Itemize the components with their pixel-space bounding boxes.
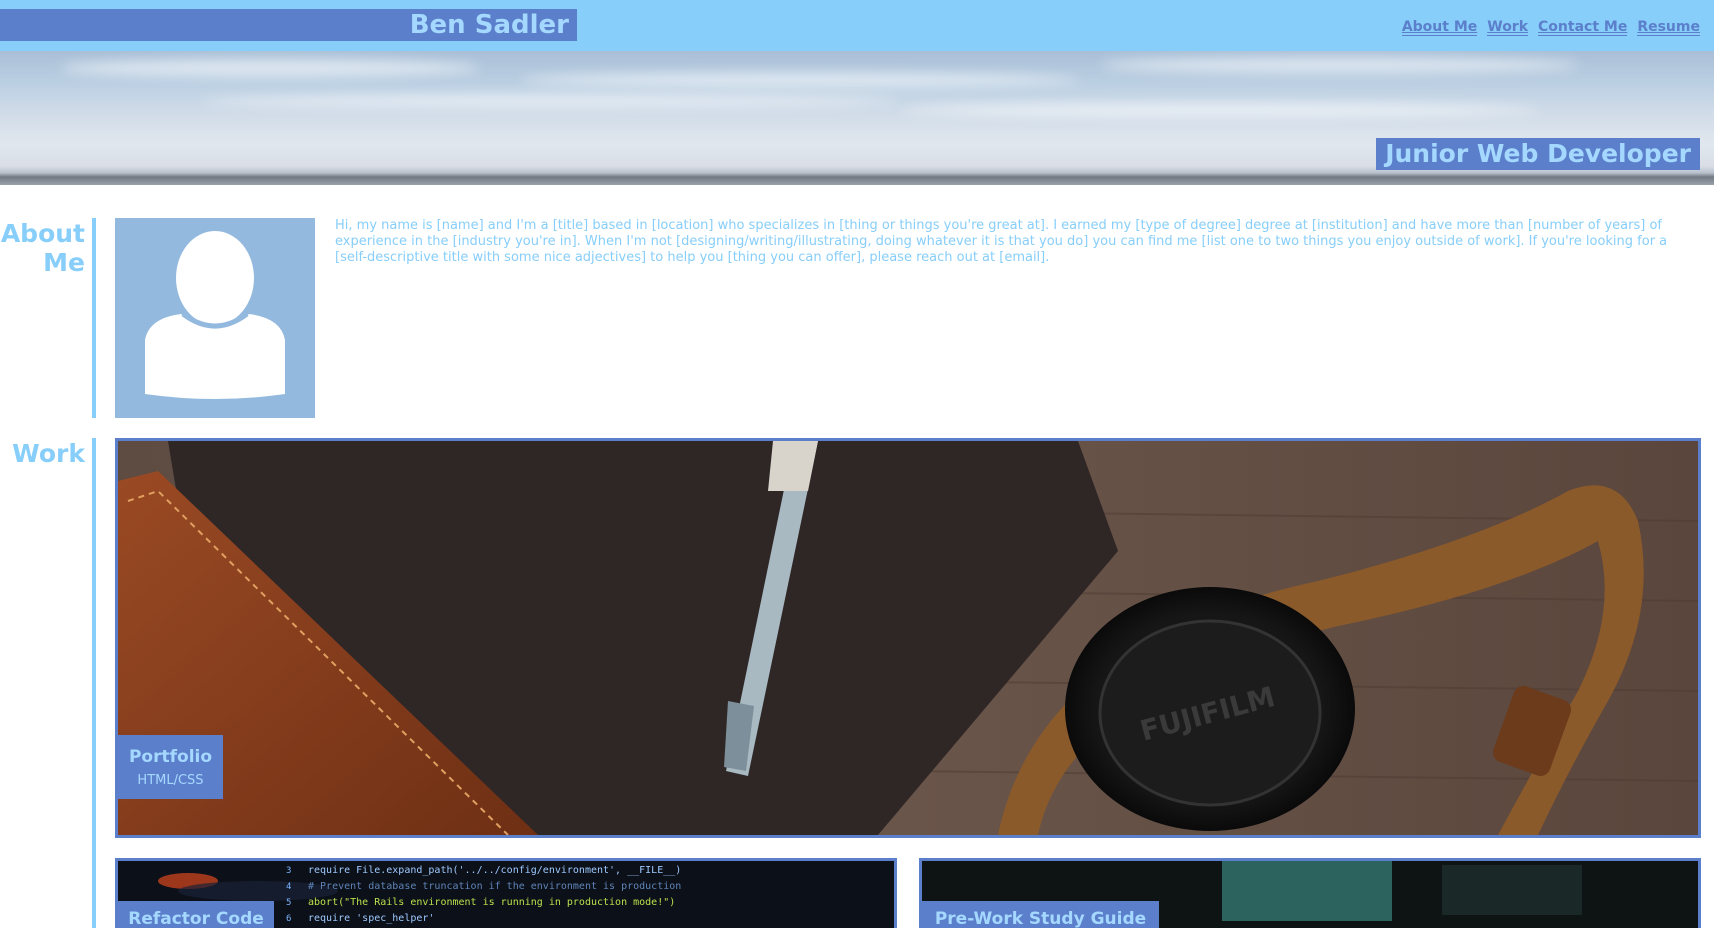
code-line-number: 6 bbox=[286, 914, 291, 924]
project-subtitle: HTML/CSS bbox=[137, 773, 204, 788]
hero-cloud bbox=[1100, 57, 1580, 73]
about-heading: About Me bbox=[1, 219, 85, 277]
main-nav: About Me Work Contact Me Resume bbox=[1401, 19, 1700, 36]
hero-cloud bbox=[520, 73, 1080, 87]
code-line: # Prevent database truncation if the env… bbox=[308, 881, 681, 892]
code-line-number: 4 bbox=[286, 882, 291, 892]
code-line: require 'spec_helper' bbox=[308, 913, 434, 924]
project-label-portfolio[interactable]: Portfolio HTML/CSS bbox=[118, 735, 223, 799]
nav-link-work[interactable]: Work bbox=[1487, 19, 1529, 36]
about-heading-line1: About bbox=[0, 219, 85, 248]
project-card-portfolio[interactable]: FUJIFILM Portfolio HTML/CSS bbox=[115, 438, 1701, 838]
project-title: Portfolio bbox=[128, 747, 213, 767]
hero-cloud bbox=[200, 95, 900, 107]
project-title: Pre-Work Study Guide bbox=[934, 909, 1147, 928]
about-rule bbox=[92, 218, 96, 418]
code-line: require File.expand_path('../../config/e… bbox=[308, 865, 681, 876]
hero-cloud bbox=[900, 103, 1540, 117]
user-silhouette-icon bbox=[115, 218, 315, 418]
desk-photo: FUJIFILM bbox=[118, 441, 1698, 835]
project-label-study-guide[interactable]: Pre-Work Study Guide bbox=[922, 901, 1159, 928]
code-line-number: 5 bbox=[286, 898, 291, 908]
hero-cloud bbox=[60, 59, 480, 77]
project-card-study-guide[interactable]: Pre-Work Study Guide bbox=[919, 858, 1701, 928]
project-card-refactor[interactable]: 3 4 5 6 require File.expand_path('../../… bbox=[115, 858, 897, 928]
work-heading: Work bbox=[12, 439, 85, 468]
site-header: Ben Sadler About Me Work Contact Me Resu… bbox=[0, 0, 1714, 51]
project-title: Refactor Code bbox=[128, 909, 264, 928]
about-heading-line2: Me bbox=[43, 248, 85, 277]
project-label-refactor[interactable]: Refactor Code bbox=[118, 901, 274, 928]
hero-banner: Junior Web Developer bbox=[0, 51, 1714, 185]
hero-title: Junior Web Developer bbox=[1376, 138, 1700, 170]
nav-link-contact[interactable]: Contact Me bbox=[1538, 19, 1628, 36]
work-rule bbox=[92, 438, 96, 928]
about-text: Hi, my name is [name] and I'm a [title] … bbox=[335, 218, 1668, 265]
project-image-portfolio: FUJIFILM bbox=[118, 441, 1698, 835]
nav-link-about[interactable]: About Me bbox=[1401, 19, 1478, 36]
avatar bbox=[115, 218, 315, 418]
nav-link-resume[interactable]: Resume bbox=[1637, 19, 1700, 36]
code-line: abort("The Rails environment is running … bbox=[308, 897, 675, 908]
code-line-number: 3 bbox=[286, 866, 291, 876]
site-brand[interactable]: Ben Sadler bbox=[0, 9, 577, 41]
